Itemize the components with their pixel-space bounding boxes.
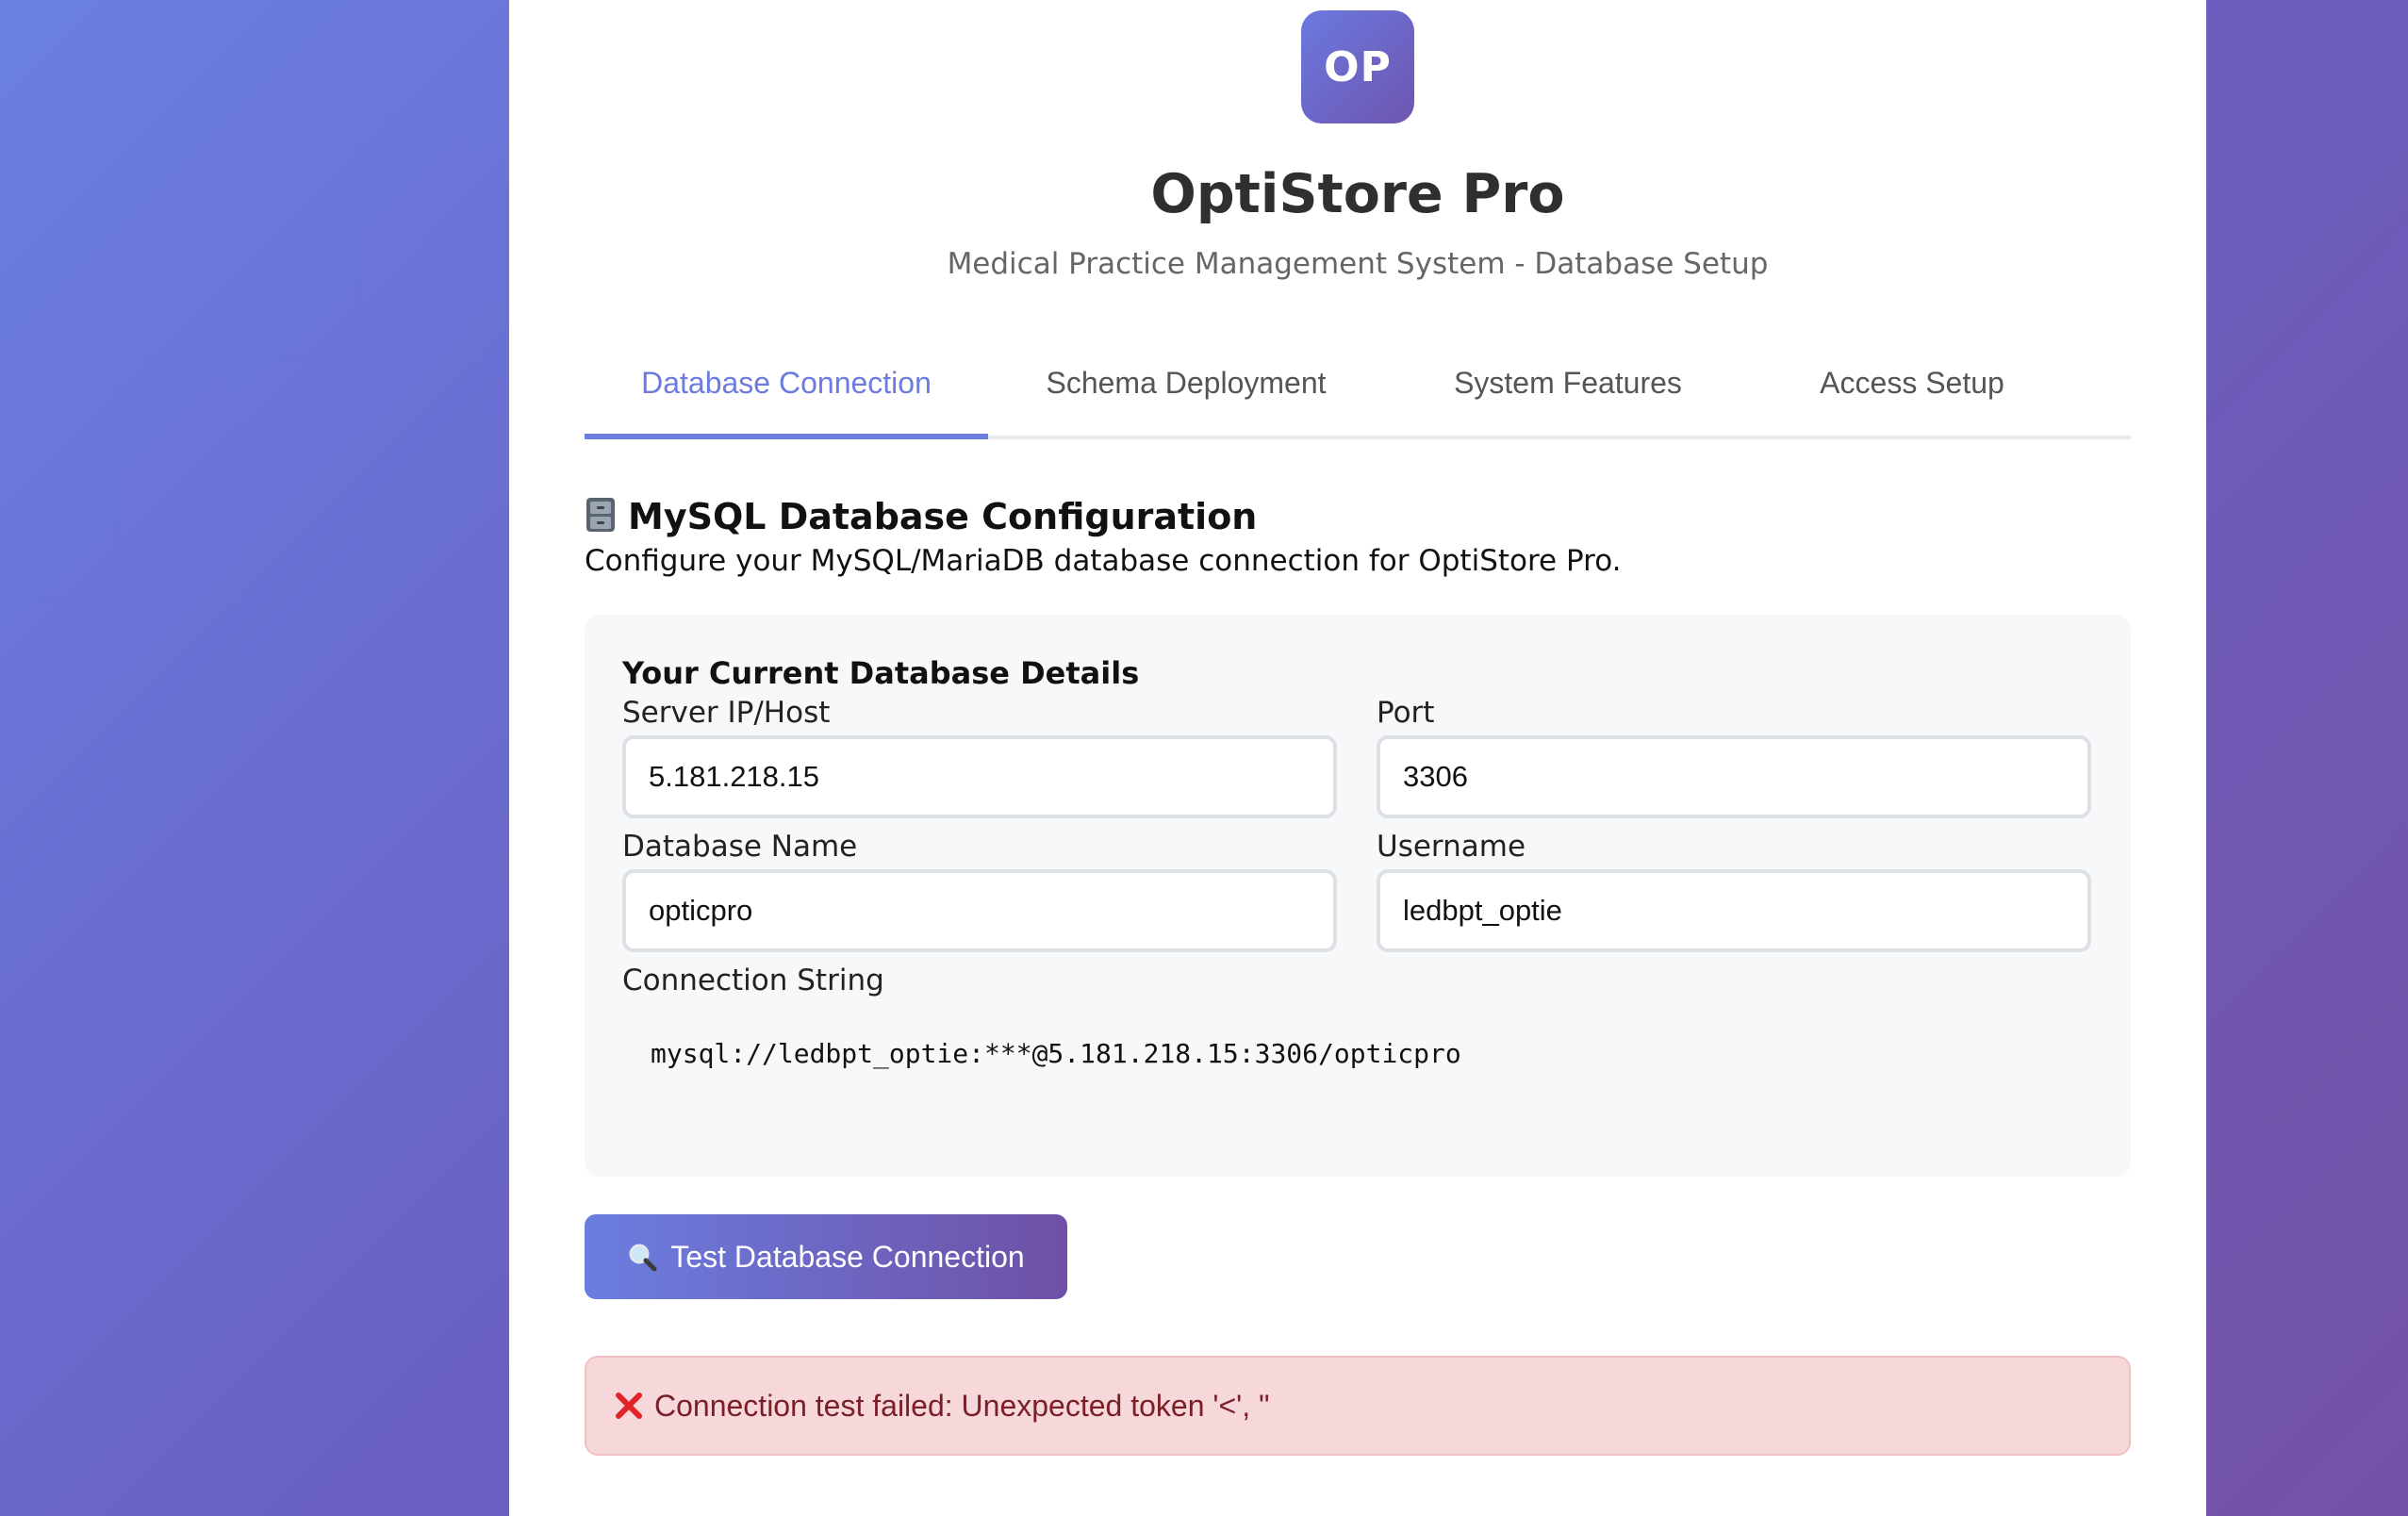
magnifier-icon xyxy=(627,1242,657,1272)
tab-system-features[interactable]: System Features xyxy=(1384,345,1752,436)
host-input[interactable] xyxy=(622,735,1337,818)
database-details-panel: Your Current Database Details Server IP/… xyxy=(585,615,2131,1177)
database-name-input[interactable] xyxy=(622,869,1337,952)
port-label: Port xyxy=(1377,696,1435,730)
username-label: Username xyxy=(1377,830,1526,864)
test-connection-button[interactable]: Test Database Connection xyxy=(585,1214,1067,1299)
tab-access-setup[interactable]: Access Setup xyxy=(1752,345,2072,436)
host-label: Server IP/Host xyxy=(622,696,831,730)
section-description: Configure your MySQL/MariaDB database co… xyxy=(585,544,1622,578)
tab-schema-deployment[interactable]: Schema Deployment xyxy=(988,345,1384,436)
panel-title: Your Current Database Details xyxy=(622,655,1140,691)
app-title: OptiStore Pro xyxy=(1150,163,1565,225)
setup-card: OP OptiStore Pro Medical Practice Manage… xyxy=(509,0,2206,1516)
test-connection-label: Test Database Connection xyxy=(670,1239,1025,1274)
app-subtitle: Medical Practice Management System - Dat… xyxy=(947,247,1769,281)
connection-string-label: Connection String xyxy=(622,964,884,997)
port-input[interactable] xyxy=(1377,735,2091,818)
tab-database-connection[interactable]: Database Connection xyxy=(585,345,988,439)
connection-string-value: mysql://ledbpt_optie:***@5.181.218.15:33… xyxy=(651,1038,1461,1069)
logo-text: OP xyxy=(1324,42,1392,91)
error-message: Connection test failed: Unexpected token… xyxy=(654,1388,1270,1423)
tab-bar: Database Connection Schema Deployment Sy… xyxy=(585,345,2131,439)
app-logo: OP xyxy=(1301,10,1414,124)
username-input[interactable] xyxy=(1377,869,2091,952)
cross-mark-icon xyxy=(615,1392,643,1420)
section-heading: MySQL Database Configuration xyxy=(585,490,1257,543)
error-alert: Connection test failed: Unexpected token… xyxy=(585,1356,2131,1456)
file-cabinet-icon xyxy=(585,494,617,532)
database-name-label: Database Name xyxy=(622,830,858,864)
section-title-text: MySQL Database Configuration xyxy=(628,496,1258,537)
